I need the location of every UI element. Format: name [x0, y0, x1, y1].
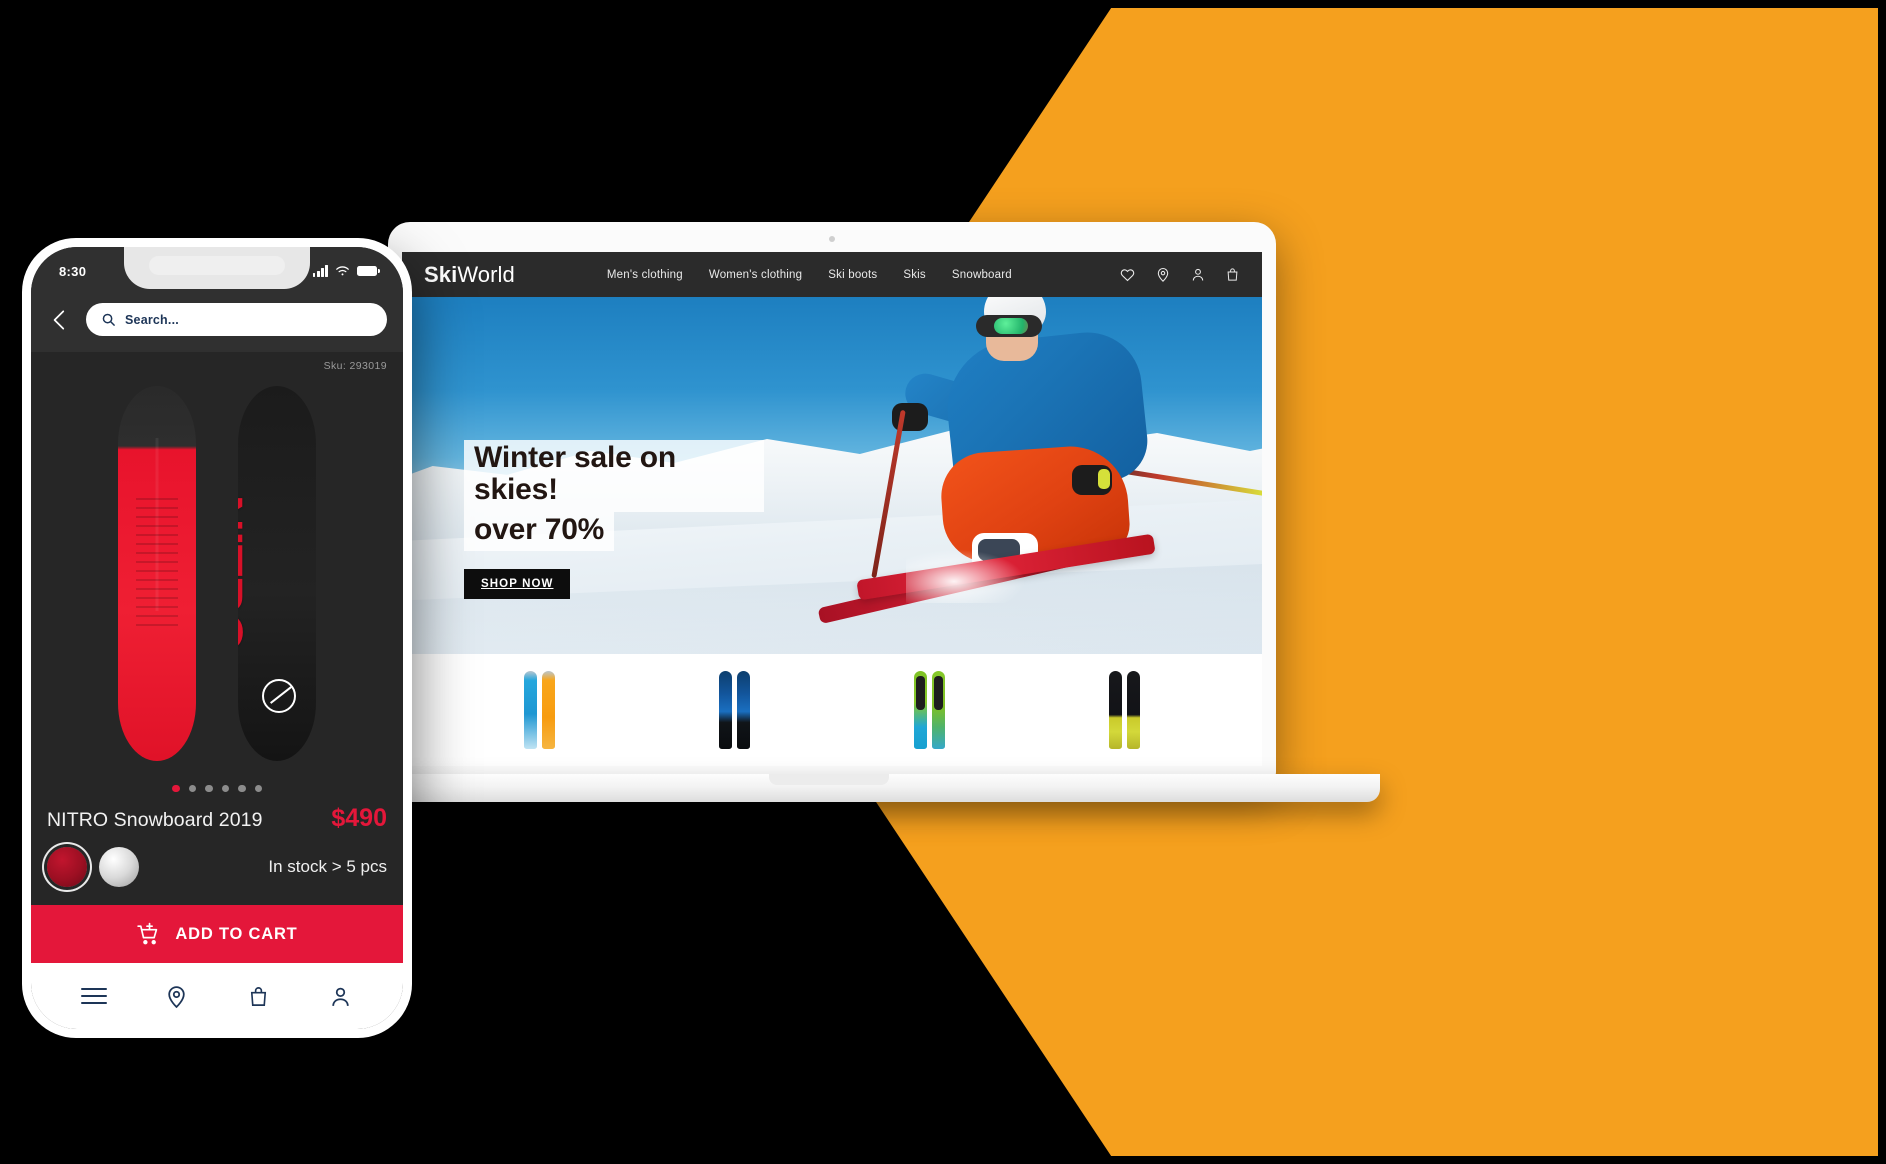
battery-icon: [357, 265, 380, 277]
color-swatches: [47, 847, 139, 887]
sku-label: Sku: 293019: [323, 360, 387, 372]
carousel-dot-2[interactable]: [188, 784, 196, 792]
nav-item-womens-clothing[interactable]: Women's clothing: [709, 269, 802, 281]
wifi-icon: [336, 266, 349, 276]
phone-bottom-nav: [31, 963, 403, 1029]
bottom-nav-stores[interactable]: [160, 980, 192, 1012]
shop-now-button[interactable]: SHOP NOW: [464, 568, 571, 599]
signal-bars-icon: [312, 265, 328, 277]
carousel-dots[interactable]: [31, 778, 403, 804]
ski-right: [1127, 671, 1140, 749]
ski-left: [914, 671, 927, 749]
status-indicators: [312, 265, 380, 277]
featured-products-strip: [402, 654, 1262, 766]
status-time: 8:30: [59, 263, 87, 279]
site-main-nav: Men's clothing Women's clothing Ski boot…: [607, 269, 1012, 281]
ski-pole-front: [871, 410, 906, 579]
hamburger-menu-icon: [81, 983, 107, 1008]
skier-green-goggles: [976, 315, 1042, 338]
snowboard-base-red: [118, 385, 196, 761]
site-header: SkiWorld Men's clothing Women's clothing…: [402, 252, 1262, 297]
ski-right: [932, 671, 945, 749]
carousel-dot-3[interactable]: [205, 784, 213, 792]
hero-headline-line2: over 70%: [464, 511, 615, 551]
nitro-brand-text: NITRO: [238, 494, 253, 652]
carousel-dot-1[interactable]: [172, 784, 180, 792]
heart-icon[interactable]: [1119, 266, 1136, 283]
carousel-dot-6[interactable]: [254, 784, 262, 792]
snow-spray: [906, 549, 1026, 604]
user-person-icon: [331, 987, 349, 1006]
header-icon-group: [1119, 266, 1240, 283]
product-ski-pair-cyan-orange[interactable]: [524, 671, 555, 749]
screenshot-stage: SkiWorld Men's clothing Women's clothing…: [0, 0, 1886, 1164]
nav-item-snowboard[interactable]: Snowboard: [952, 269, 1012, 281]
ski-left: [524, 671, 537, 749]
nav-item-skis[interactable]: Skis: [903, 269, 926, 281]
laptop-camera-icon: [829, 236, 835, 242]
product-ski-pair-black-yellow[interactable]: [1109, 671, 1140, 749]
nav-item-ski-boots[interactable]: Ski boots: [828, 269, 877, 281]
product-price: $490: [331, 804, 387, 832]
skier-photo-illustration: [817, 297, 1262, 625]
product-ski-pair-blue-black[interactable]: [719, 671, 750, 749]
bottom-nav-bag[interactable]: [242, 980, 274, 1012]
hero-headline-line1: Winter sale on skies!: [464, 439, 764, 512]
product-ski-pair-green-cyan[interactable]: [914, 671, 945, 749]
shopping-bag-icon[interactable]: [1225, 266, 1240, 283]
search-input[interactable]: Search...: [86, 303, 387, 336]
snowboard-top-black: NITRO: [238, 385, 316, 761]
ski-left: [1109, 671, 1122, 749]
add-to-cart-button[interactable]: ADD TO CART: [31, 905, 403, 963]
laptop-lid: SkiWorld Men's clothing Women's clothing…: [388, 222, 1276, 780]
cart-plus-icon: [137, 922, 158, 944]
phone-screen: 8:30 Search... Sku: 293019 NITRO NITRO S…: [31, 247, 403, 1029]
laptop-mockup: SkiWorld Men's clothing Women's clothing…: [278, 222, 1380, 822]
stock-status: In stock > 5 pcs: [268, 857, 387, 876]
bottom-nav-account[interactable]: [324, 980, 356, 1012]
shopping-bag-icon: [250, 986, 266, 1006]
color-swatch-red[interactable]: [47, 847, 87, 887]
site-logo[interactable]: SkiWorld: [424, 262, 515, 288]
title-price-row: NITRO Snowboard 2019 $490: [47, 804, 387, 833]
location-pin-icon: [167, 985, 185, 1008]
color-swatch-silver[interactable]: [99, 847, 139, 887]
laptop-base: [278, 774, 1380, 802]
bottom-nav-menu[interactable]: [78, 980, 110, 1012]
add-to-cart-label: ADD TO CART: [175, 924, 298, 943]
skier-back-glove: [1072, 465, 1112, 496]
product-title: NITRO Snowboard 2019: [47, 809, 263, 831]
back-chevron-icon[interactable]: [47, 307, 73, 333]
nav-item-mens-clothing[interactable]: Men's clothing: [607, 269, 683, 281]
nitro-logo-icon: [262, 678, 296, 713]
ski-right: [737, 671, 750, 749]
color-stock-row: In stock > 5 pcs: [47, 847, 387, 887]
phone-status-bar: 8:30: [31, 247, 403, 295]
product-image-carousel[interactable]: NITRO: [31, 374, 403, 779]
search-placeholder: Search...: [125, 312, 179, 327]
hero-copy-block: Winter sale on skies! over 70% SHOP NOW: [464, 439, 764, 599]
product-info: NITRO Snowboard 2019 $490 In stock > 5 p…: [31, 804, 403, 893]
phone-search-bar: Search...: [31, 295, 403, 352]
carousel-dot-5[interactable]: [238, 784, 246, 792]
carousel-dot-4[interactable]: [221, 784, 229, 792]
location-pin-icon[interactable]: [1155, 266, 1171, 283]
ski-left: [719, 671, 732, 749]
logo-bold-part: Ski: [424, 261, 458, 287]
phone-mockup: 8:30 Search... Sku: 293019 NITRO NITRO S…: [22, 238, 412, 1038]
search-icon: [102, 313, 115, 326]
phone-notch: [124, 247, 310, 289]
snowboard-images: NITRO: [112, 385, 322, 761]
product-sku: Sku: 293019: [31, 352, 403, 374]
laptop-screen: SkiWorld Men's clothing Women's clothing…: [402, 252, 1262, 766]
hero-banner: Winter sale on skies! over 70% SHOP NOW: [402, 297, 1262, 654]
ski-right: [542, 671, 555, 749]
logo-light-part: World: [457, 261, 515, 287]
user-person-icon[interactable]: [1190, 266, 1206, 283]
